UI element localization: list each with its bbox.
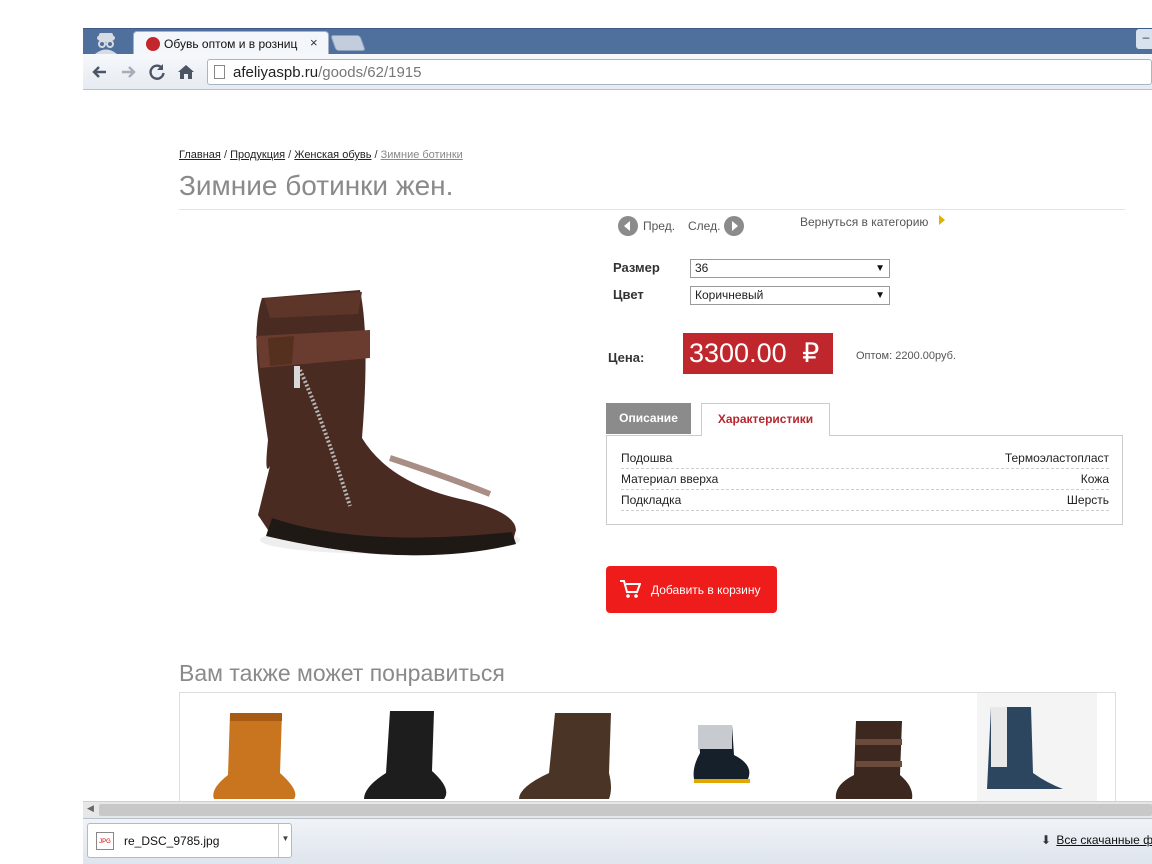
download-item[interactable]: JPG re_DSC_9785.jpg ▼: [87, 823, 292, 858]
price-badge: 3300.00 ₽: [683, 333, 833, 374]
spec-value: Термоэластопласт: [1004, 451, 1109, 465]
breadcrumb-home-link[interactable]: Главная: [179, 149, 221, 161]
spec-key: Подкладка: [621, 493, 682, 507]
spec-row: Подкладка Шерсть: [621, 490, 1109, 511]
incognito-icon: [89, 30, 123, 54]
tab-close-icon[interactable]: ×: [310, 35, 318, 50]
dropdown-arrow-icon: ▼: [875, 290, 885, 301]
breadcrumb: Главная / Продукция / Женская обувь / Зи…: [179, 149, 463, 161]
size-select[interactable]: 36 ▼: [690, 259, 890, 278]
horizontal-scrollbar[interactable]: ◀: [83, 801, 1152, 818]
spec-value: Шерсть: [1066, 493, 1109, 507]
download-arrow-icon: ⬇: [1041, 833, 1052, 847]
breadcrumb-current[interactable]: Зимние ботинки: [381, 149, 463, 161]
tab-specifications[interactable]: Характеристики: [701, 403, 830, 436]
related-product-thumbnail[interactable]: [830, 699, 930, 802]
spec-row: Материал вверха Кожа: [621, 469, 1109, 490]
window-minimize-button[interactable]: –: [1136, 29, 1152, 49]
new-tab-button[interactable]: [330, 35, 366, 51]
breadcrumb-separator: /: [288, 149, 292, 161]
spec-key: Материал вверха: [621, 472, 719, 486]
all-downloads-link[interactable]: ⬇ Все скачанные ф: [1041, 833, 1152, 847]
related-products-carousel: [179, 692, 1116, 802]
tab-title: Обувь оптом и в розниц: [164, 37, 298, 51]
browser-tab-active[interactable]: Обувь оптом и в розниц ×: [133, 31, 329, 56]
reload-icon[interactable]: [146, 61, 168, 83]
related-product-thumbnail[interactable]: [208, 699, 308, 802]
breadcrumb-separator: /: [223, 149, 227, 161]
scroll-left-icon[interactable]: ◀: [87, 803, 94, 814]
breadcrumb-separator: /: [374, 149, 378, 161]
address-bar[interactable]: afeliyaspb.ru/goods/62/1915: [207, 59, 1152, 85]
prev-link[interactable]: Пред.: [643, 219, 675, 233]
spec-key: Подошва: [621, 451, 673, 465]
related-product-thumbnail[interactable]: [360, 699, 460, 802]
add-to-cart-button[interactable]: Добавить в корзину: [606, 566, 777, 613]
forward-arrow-icon[interactable]: [117, 61, 139, 83]
tab-description[interactable]: Описание: [606, 403, 691, 434]
add-to-cart-label: Добавить в корзину: [651, 583, 761, 597]
browser-toolbar: afeliyaspb.ru/goods/62/1915: [83, 54, 1152, 90]
site-favicon-icon: [146, 37, 160, 51]
cart-icon: [619, 579, 642, 602]
related-products-title: Вам также может понравиться: [179, 660, 505, 686]
spec-row: Подошва Термоэластопласт: [621, 448, 1109, 469]
color-select-value: Коричневый: [695, 288, 764, 302]
specifications-panel: Подошва Термоэластопласт Материал вверха…: [606, 435, 1123, 525]
jpg-file-icon: JPG: [96, 832, 114, 850]
next-link[interactable]: След.: [688, 219, 720, 233]
spec-value: Кожа: [1080, 472, 1109, 486]
back-to-category-link[interactable]: Вернуться в категорию: [800, 215, 928, 229]
price-value: 3300.00: [689, 338, 787, 368]
page-icon: [214, 65, 225, 79]
page-title: Зимние ботинки жен.: [179, 170, 454, 201]
download-filename: re_DSC_9785.jpg: [124, 834, 220, 848]
breadcrumb-products-link[interactable]: Продукция: [230, 149, 285, 161]
size-label: Размер: [613, 260, 660, 275]
breadcrumb-women-shoes-link[interactable]: Женская обувь: [294, 149, 371, 161]
scrollbar-thumb[interactable]: [99, 804, 1152, 816]
all-downloads-label: Все скачанные ф: [1056, 833, 1152, 847]
download-menu-chevron-icon[interactable]: ▼: [278, 824, 292, 857]
title-divider: [179, 209, 1125, 210]
url-text: afeliyaspb.ru/goods/62/1915: [233, 64, 422, 81]
related-product-thumbnail[interactable]: [690, 699, 760, 802]
home-icon[interactable]: [175, 61, 197, 83]
product-image[interactable]: [220, 218, 543, 597]
downloads-bar: JPG re_DSC_9785.jpg ▼ ⬇ Все скачанные ф: [83, 818, 1152, 864]
price-label: Цена:: [608, 350, 645, 365]
browser-tab-strip: Обувь оптом и в розниц × –: [83, 28, 1152, 56]
color-label: Цвет: [613, 287, 644, 302]
dropdown-arrow-icon: ▼: [875, 263, 885, 274]
size-select-value: 36: [695, 261, 709, 275]
prev-arrow-icon[interactable]: [618, 216, 638, 236]
next-arrow-icon[interactable]: [724, 216, 744, 236]
wholesale-price: Оптом: 2200.00руб.: [856, 350, 956, 362]
related-product-thumbnail[interactable]: [515, 699, 615, 802]
triangle-right-icon: [939, 215, 945, 225]
color-select[interactable]: Коричневый ▼: [690, 286, 890, 305]
related-product-thumbnail[interactable]: [977, 693, 1097, 802]
back-arrow-icon[interactable]: [89, 61, 111, 83]
currency-symbol: ₽: [802, 338, 820, 368]
